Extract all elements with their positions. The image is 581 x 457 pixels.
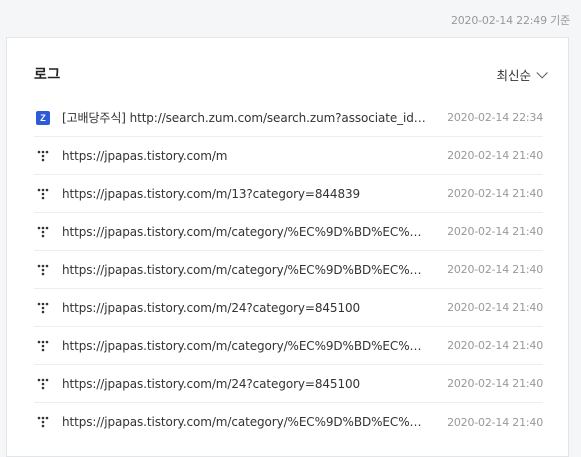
log-url: [고배당주식] http://search.zum.com/search.zum… <box>62 111 426 125</box>
updated-timestamp: 2020-02-14 22:49 기준 <box>450 14 570 27</box>
log-url: https://jpapas.tistory.com/m/category/%E… <box>62 224 426 239</box>
log-row[interactable]: https://jpapas.tistory.com/m/category/%E… <box>34 213 543 251</box>
log-row[interactable]: https://jpapas.tistory.com/m/13?category… <box>34 175 543 213</box>
log-row[interactable]: https://jpapas.tistory.com/m/24?category… <box>34 289 543 327</box>
log-url: https://jpapas.tistory.com/m/category/%E… <box>62 338 426 353</box>
log-url: https://jpapas.tistory.com/m/13?category… <box>62 186 361 201</box>
log-list: Z [고배당주식] http://search.zum.com/search.z… <box>34 99 543 441</box>
log-url: https://jpapas.tistory.com/m/24?category… <box>62 376 361 391</box>
log-time: 2020-02-14 21:40 <box>447 415 543 429</box>
log-row[interactable]: https://jpapas.tistory.com/m/category/%E… <box>34 327 543 365</box>
log-row[interactable]: Z [고배당주식] http://search.zum.com/search.z… <box>34 99 543 137</box>
log-row[interactable]: https://jpapas.tistory.com/m/24?category… <box>34 365 543 403</box>
sort-label: 최신순 <box>496 68 531 83</box>
log-url: https://jpapas.tistory.com/m/category/%E… <box>62 415 426 429</box>
card-title: 로그 <box>34 67 61 83</box>
log-time: 2020-02-14 22:34 <box>447 111 543 124</box>
tistory-icon <box>36 339 50 353</box>
log-time: 2020-02-14 21:40 <box>447 377 543 390</box>
tistory-icon <box>36 377 50 391</box>
log-time: 2020-02-14 21:40 <box>447 301 543 314</box>
log-time: 2020-02-14 21:40 <box>447 225 543 238</box>
tistory-icon <box>36 263 50 277</box>
card-header: 로그 최신순 <box>7 38 568 102</box>
log-row[interactable]: https://jpapas.tistory.com/m/category/%E… <box>34 403 543 441</box>
zum-icon: Z <box>36 110 50 125</box>
log-time: 2020-02-14 21:40 <box>447 263 543 276</box>
log-url: https://jpapas.tistory.com/m/category/%E… <box>62 262 426 277</box>
tistory-icon <box>36 415 50 429</box>
chevron-down-icon <box>536 66 548 79</box>
log-row[interactable]: https://jpapas.tistory.com/m 2020-02-14 … <box>34 137 543 175</box>
log-time: 2020-02-14 21:40 <box>447 187 543 200</box>
sort-dropdown[interactable]: 최신순 <box>496 65 548 84</box>
tistory-icon <box>36 149 50 163</box>
log-url: https://jpapas.tistory.com/m <box>62 148 228 163</box>
log-url: https://jpapas.tistory.com/m/24?category… <box>62 300 361 315</box>
tistory-icon <box>36 301 50 315</box>
log-time: 2020-02-14 21:40 <box>447 149 543 162</box>
log-row[interactable]: https://jpapas.tistory.com/m/category/%E… <box>34 251 543 289</box>
log-time: 2020-02-14 21:40 <box>447 339 543 352</box>
log-card: 로그 최신순 Z [고배당주식] http://search.zum.com/s… <box>6 37 569 457</box>
tistory-icon <box>36 187 50 201</box>
tistory-icon <box>36 225 50 239</box>
